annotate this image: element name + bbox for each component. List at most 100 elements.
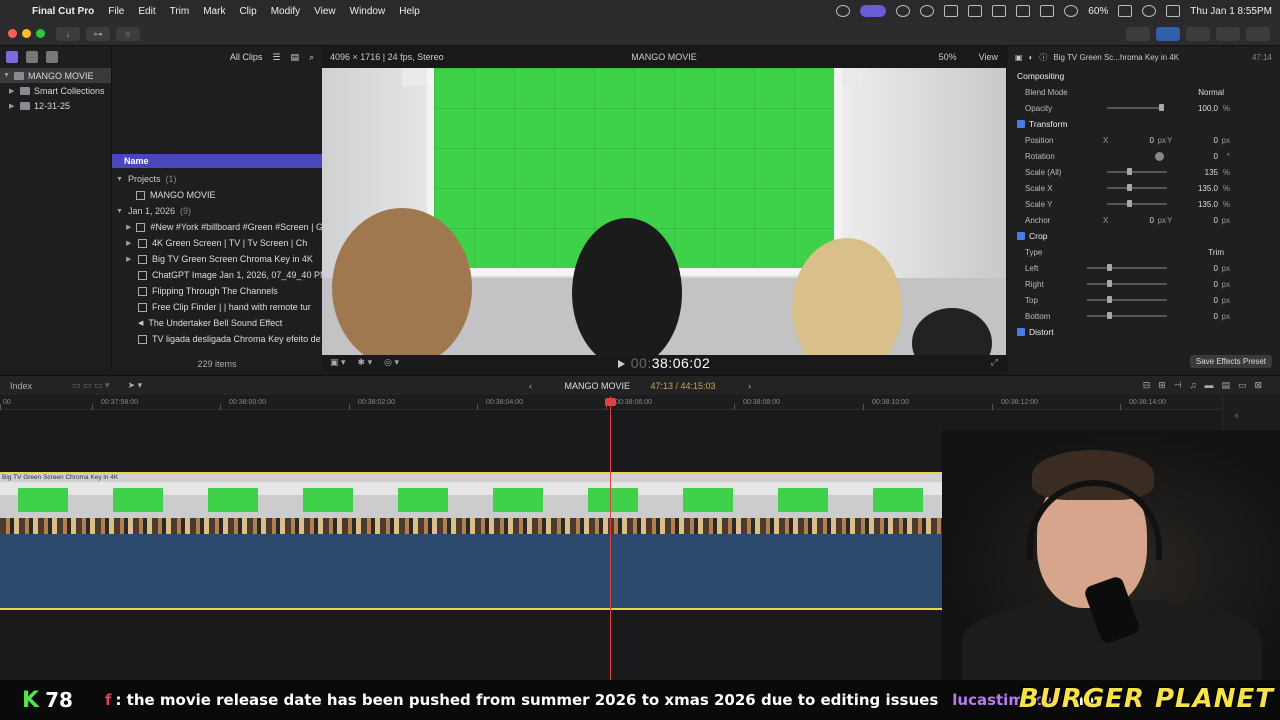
timeline-view-icons[interactable]: ⊟⊞⊣♫▬▤▭⊠ [1143, 380, 1270, 391]
section-crop[interactable]: Crop [1007, 228, 1280, 244]
browser-toggle-icon[interactable] [1156, 26, 1180, 41]
save-effects-preset-button[interactable]: Save Effects Preset [1189, 355, 1272, 368]
timecode-display[interactable]: 00:38:06:02 [322, 355, 1006, 371]
disclosure-down-icon[interactable]: ▼ [3, 72, 10, 79]
slider-knob[interactable] [1107, 280, 1112, 287]
scale-slider[interactable] [1107, 168, 1167, 175]
disclosure-down-icon[interactable]: ▼ [116, 208, 123, 215]
select-tool-icon[interactable]: ➤ ▾ [128, 380, 143, 391]
timeline-back-icon[interactable]: ‹ [529, 381, 532, 391]
minimize-window-button[interactable] [22, 29, 31, 38]
play-icon[interactable] [617, 359, 625, 368]
anchor-y-value[interactable]: 0 [1214, 216, 1218, 225]
libraries-tab-icon[interactable] [6, 51, 18, 63]
zoom-window-button[interactable] [36, 29, 45, 38]
menu-mark[interactable]: Mark [203, 6, 225, 17]
position-x-value[interactable]: 0 [1150, 136, 1154, 145]
menu-app-name[interactable]: Final Cut Pro [32, 6, 94, 17]
anchor-x-value[interactable]: 0 [1150, 216, 1154, 225]
list-item[interactable]: ◀ The Undertaker Bell Sound Effect [112, 315, 322, 331]
index-button[interactable]: Index [10, 381, 32, 391]
crop-left-slider[interactable] [1087, 264, 1167, 271]
position-y-value[interactable]: 0 [1214, 136, 1218, 145]
volume-icon[interactable] [968, 5, 983, 17]
display-icon[interactable] [1016, 5, 1031, 17]
clip-appearance-icon[interactable]: ▤ [290, 52, 299, 63]
library-item-mango-movie[interactable]: ▼ MANGO MOVIE [0, 68, 111, 83]
library-item-event[interactable]: ▶ 12-31-25 [0, 98, 111, 113]
list-item[interactable]: ▶ #New #York #billboard #Green #Screen |… [112, 219, 322, 235]
disclosure-right-icon[interactable]: ▶ [9, 102, 16, 110]
export-icon[interactable] [1246, 26, 1270, 41]
photos-tab-icon[interactable] [26, 51, 38, 63]
slider-knob[interactable] [1107, 296, 1112, 303]
scale-x-value[interactable]: 135.0 [1198, 184, 1218, 193]
battery-percent[interactable]: 60% [1088, 6, 1108, 17]
opacity-value[interactable]: 100.0 [1198, 104, 1218, 113]
disclosure-down-icon[interactable]: ▼ [116, 176, 123, 183]
search-icon[interactable]: ⌕ [309, 52, 314, 63]
list-item[interactable]: MANGO MOVIE [112, 187, 322, 203]
blend-mode-select[interactable]: Normal [1198, 88, 1224, 97]
zoom-dropdown[interactable]: 50% [939, 52, 957, 62]
crop-right-value[interactable]: 0 [1214, 280, 1218, 289]
list-item[interactable]: Flipping Through The Channels [112, 283, 322, 299]
screen-share-icon[interactable] [860, 5, 887, 17]
crop-type-select[interactable]: Trim [1208, 248, 1224, 257]
checkbox-icon[interactable] [1017, 232, 1025, 240]
search-icon[interactable] [1142, 5, 1157, 17]
name-column-header[interactable]: Name [112, 154, 322, 168]
scale-y-value[interactable]: 135.0 [1198, 200, 1218, 209]
list-view-icon[interactable]: ☰ [272, 52, 280, 63]
view-dropdown[interactable]: View [979, 52, 998, 62]
scale-y-slider[interactable] [1107, 200, 1167, 207]
menu-file[interactable]: File [108, 6, 124, 17]
list-item[interactable]: TV ligada desligada Chroma Key efeito de [112, 331, 322, 347]
projects-group[interactable]: ▼ Projects (1) [112, 171, 322, 187]
keyboard-icon[interactable] [992, 5, 1007, 17]
list-item[interactable]: ChatGPT Image Jan 1, 2026, 07_49_40 PM [112, 267, 322, 283]
disclosure-right-icon[interactable]: ▶ [9, 87, 16, 95]
checkbox-icon[interactable] [1017, 328, 1025, 336]
list-item[interactable]: ▶ 4K Green Screen | TV | Tv Screen | Ch [112, 235, 322, 251]
video-frame[interactable] [322, 68, 1006, 355]
clip-filter-dropdown[interactable]: All Clips [230, 52, 263, 62]
timeline-toggle-icon[interactable] [1186, 26, 1210, 41]
crop-top-value[interactable]: 0 [1214, 296, 1218, 305]
menu-view[interactable]: View [314, 6, 336, 17]
edit-buttons-icon[interactable]: ▭ ▭ ▭ ▾ [72, 380, 110, 391]
timeline-project-name[interactable]: MANGO MOVIE [564, 381, 630, 391]
disclosure-right-icon[interactable]: ▶ [126, 223, 131, 231]
list-item[interactable]: Free Clip Finder | | hand with remote tu… [112, 299, 322, 315]
library-item-smart-collections[interactable]: ▶ Smart Collections [0, 83, 111, 98]
control-center-icon[interactable] [1166, 5, 1181, 17]
playhead-handle[interactable] [605, 398, 616, 406]
background-tasks-icon[interactable]: ○ [116, 26, 140, 41]
info-inspector-icon[interactable]: ⓘ [1039, 52, 1047, 63]
slider-knob[interactable] [1127, 200, 1132, 207]
slider-knob[interactable] [1107, 312, 1112, 319]
rotation-dial-icon[interactable] [1155, 151, 1164, 161]
inspector-toggle-icon[interactable] [1216, 26, 1240, 41]
keywords-icon[interactable]: ⊶ [86, 26, 110, 41]
color-inspector-icon[interactable]: ◐ [1029, 53, 1034, 62]
video-inspector-icon[interactable]: ▣ [1015, 53, 1023, 62]
section-transform[interactable]: Transform [1007, 116, 1280, 132]
section-distort[interactable]: Distort [1007, 324, 1280, 340]
menu-modify[interactable]: Modify [271, 6, 300, 17]
menu-help[interactable]: Help [399, 6, 420, 17]
menu-edit[interactable]: Edit [138, 6, 155, 17]
battery-icon[interactable] [1118, 5, 1133, 17]
titles-tab-icon[interactable] [46, 51, 58, 63]
slider-knob[interactable] [1127, 168, 1132, 175]
rotation-value[interactable]: 0 [1214, 152, 1218, 161]
wifi-icon[interactable] [1064, 5, 1079, 17]
section-compositing[interactable]: Compositing [1007, 68, 1280, 84]
scale-x-slider[interactable] [1107, 184, 1167, 191]
slider-knob[interactable] [1127, 184, 1132, 191]
import-icon[interactable]: ↓ [56, 26, 80, 41]
crop-top-slider[interactable] [1087, 296, 1167, 303]
clock[interactable]: Thu Jan 1 8:55PM [1190, 6, 1272, 17]
timeline-forward-icon[interactable]: › [748, 381, 751, 391]
close-window-button[interactable] [8, 29, 17, 38]
